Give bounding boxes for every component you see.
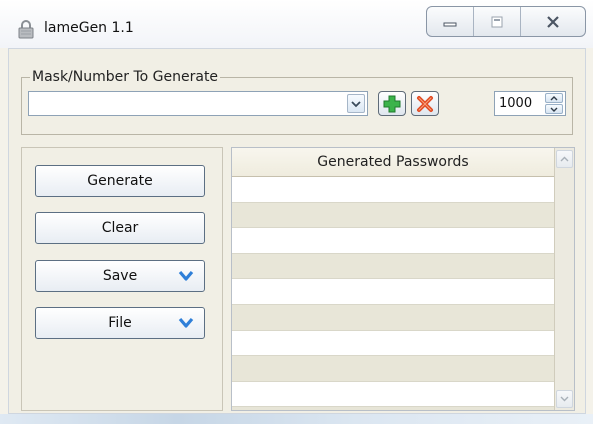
maximize-button[interactable]: [474, 7, 521, 36]
add-mask-button[interactable]: [378, 91, 406, 116]
close-button[interactable]: [521, 7, 585, 36]
chevron-down-icon: [178, 270, 194, 281]
window-title: lameGen 1.1: [44, 20, 134, 36]
table-row[interactable]: [232, 253, 554, 280]
mask-group: Mask/Number To Generate 1000: [21, 69, 573, 135]
app-window: lameGen 1.1 Mask/Number To Generate 1000…: [0, 0, 593, 424]
clear-button-label: Clear: [101, 220, 139, 236]
save-button[interactable]: Save: [35, 260, 205, 292]
generate-button-label: Generate: [87, 173, 153, 189]
table-row[interactable]: [232, 304, 554, 331]
chevron-down-icon: [560, 396, 569, 402]
minimize-icon: [443, 22, 457, 26]
count-value[interactable]: 1000: [499, 96, 532, 111]
generate-button[interactable]: Generate: [35, 165, 205, 197]
table-row[interactable]: [232, 279, 554, 305]
table-row[interactable]: [232, 381, 554, 408]
table-row[interactable]: [232, 202, 554, 229]
chevron-down-icon: [351, 100, 361, 107]
scroll-down-button[interactable]: [556, 390, 573, 408]
file-button[interactable]: File: [35, 307, 205, 339]
grid-header-label: Generated Passwords: [317, 154, 469, 170]
spin-up-button[interactable]: [545, 93, 563, 103]
remove-mask-button[interactable]: [411, 91, 439, 116]
save-button-label: Save: [102, 268, 138, 284]
file-button-label: File: [108, 315, 132, 331]
chevron-up-icon: [560, 156, 569, 162]
remove-icon: [417, 95, 433, 112]
window-bottom-edge: [0, 414, 593, 424]
chevron-up-icon: [550, 95, 558, 100]
close-icon: [547, 15, 559, 28]
clear-button[interactable]: Clear: [35, 212, 205, 244]
mask-combo[interactable]: [28, 91, 368, 116]
grid-column-header[interactable]: Generated Passwords: [232, 148, 554, 177]
chevron-down-icon: [178, 317, 194, 328]
add-icon: [383, 95, 401, 112]
mask-group-legend: Mask/Number To Generate: [32, 69, 219, 85]
maximize-icon: [491, 16, 503, 27]
actions-panel: Generate Clear Save File: [21, 147, 223, 411]
spinner-buttons: [545, 93, 563, 114]
title-bar[interactable]: lameGen 1.1: [0, 0, 593, 48]
chevron-down-icon: [550, 107, 558, 112]
count-spinner[interactable]: 1000: [494, 91, 566, 116]
table-row[interactable]: [232, 356, 554, 382]
vertical-scrollbar[interactable]: [554, 148, 574, 410]
caption-buttons: [426, 6, 586, 37]
client-area: Mask/Number To Generate 1000 Generate Cl…: [8, 48, 586, 414]
lock-icon: [18, 20, 34, 39]
table-row[interactable]: [232, 177, 554, 203]
table-row[interactable]: [232, 228, 554, 254]
scroll-up-button[interactable]: [556, 150, 573, 168]
spin-down-button[interactable]: [545, 104, 563, 114]
combo-dropdown-button[interactable]: [347, 94, 365, 113]
minimize-button[interactable]: [427, 7, 474, 36]
grid-rows: [232, 177, 554, 408]
passwords-grid[interactable]: Generated Passwords: [231, 147, 575, 411]
table-row[interactable]: [232, 330, 554, 357]
